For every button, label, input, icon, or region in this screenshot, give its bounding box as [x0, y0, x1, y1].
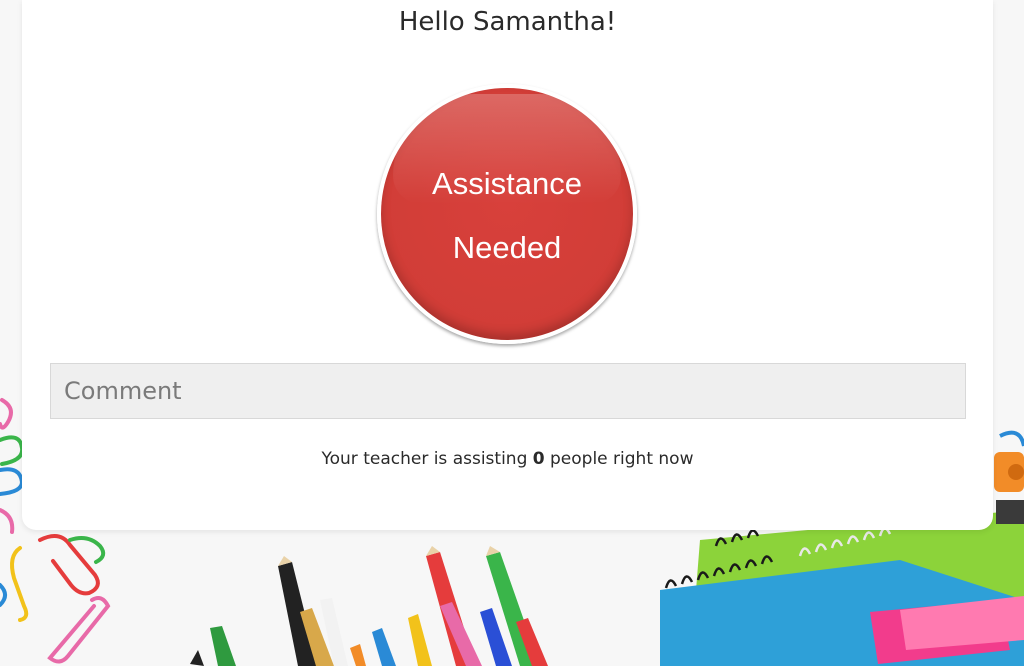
status-suffix: people right now: [550, 449, 694, 469]
assistance-label-line1: Assistance: [432, 166, 582, 201]
status-prefix: Your teacher is assisting: [321, 449, 528, 469]
assistance-label-line2: Needed: [452, 230, 562, 265]
sharpener-and-clip: [994, 430, 1024, 524]
assisting-count: 0: [532, 449, 545, 469]
greeting-heading: Hello Samantha!: [398, 7, 617, 37]
status-text: Your teacher is assisting 0 people right…: [0, 448, 1015, 470]
colored-pencils: [190, 546, 548, 666]
comment-input[interactable]: [50, 363, 966, 419]
notebooks: [660, 510, 1024, 666]
assistance-needed-button[interactable]: Assistance Needed: [377, 84, 637, 344]
